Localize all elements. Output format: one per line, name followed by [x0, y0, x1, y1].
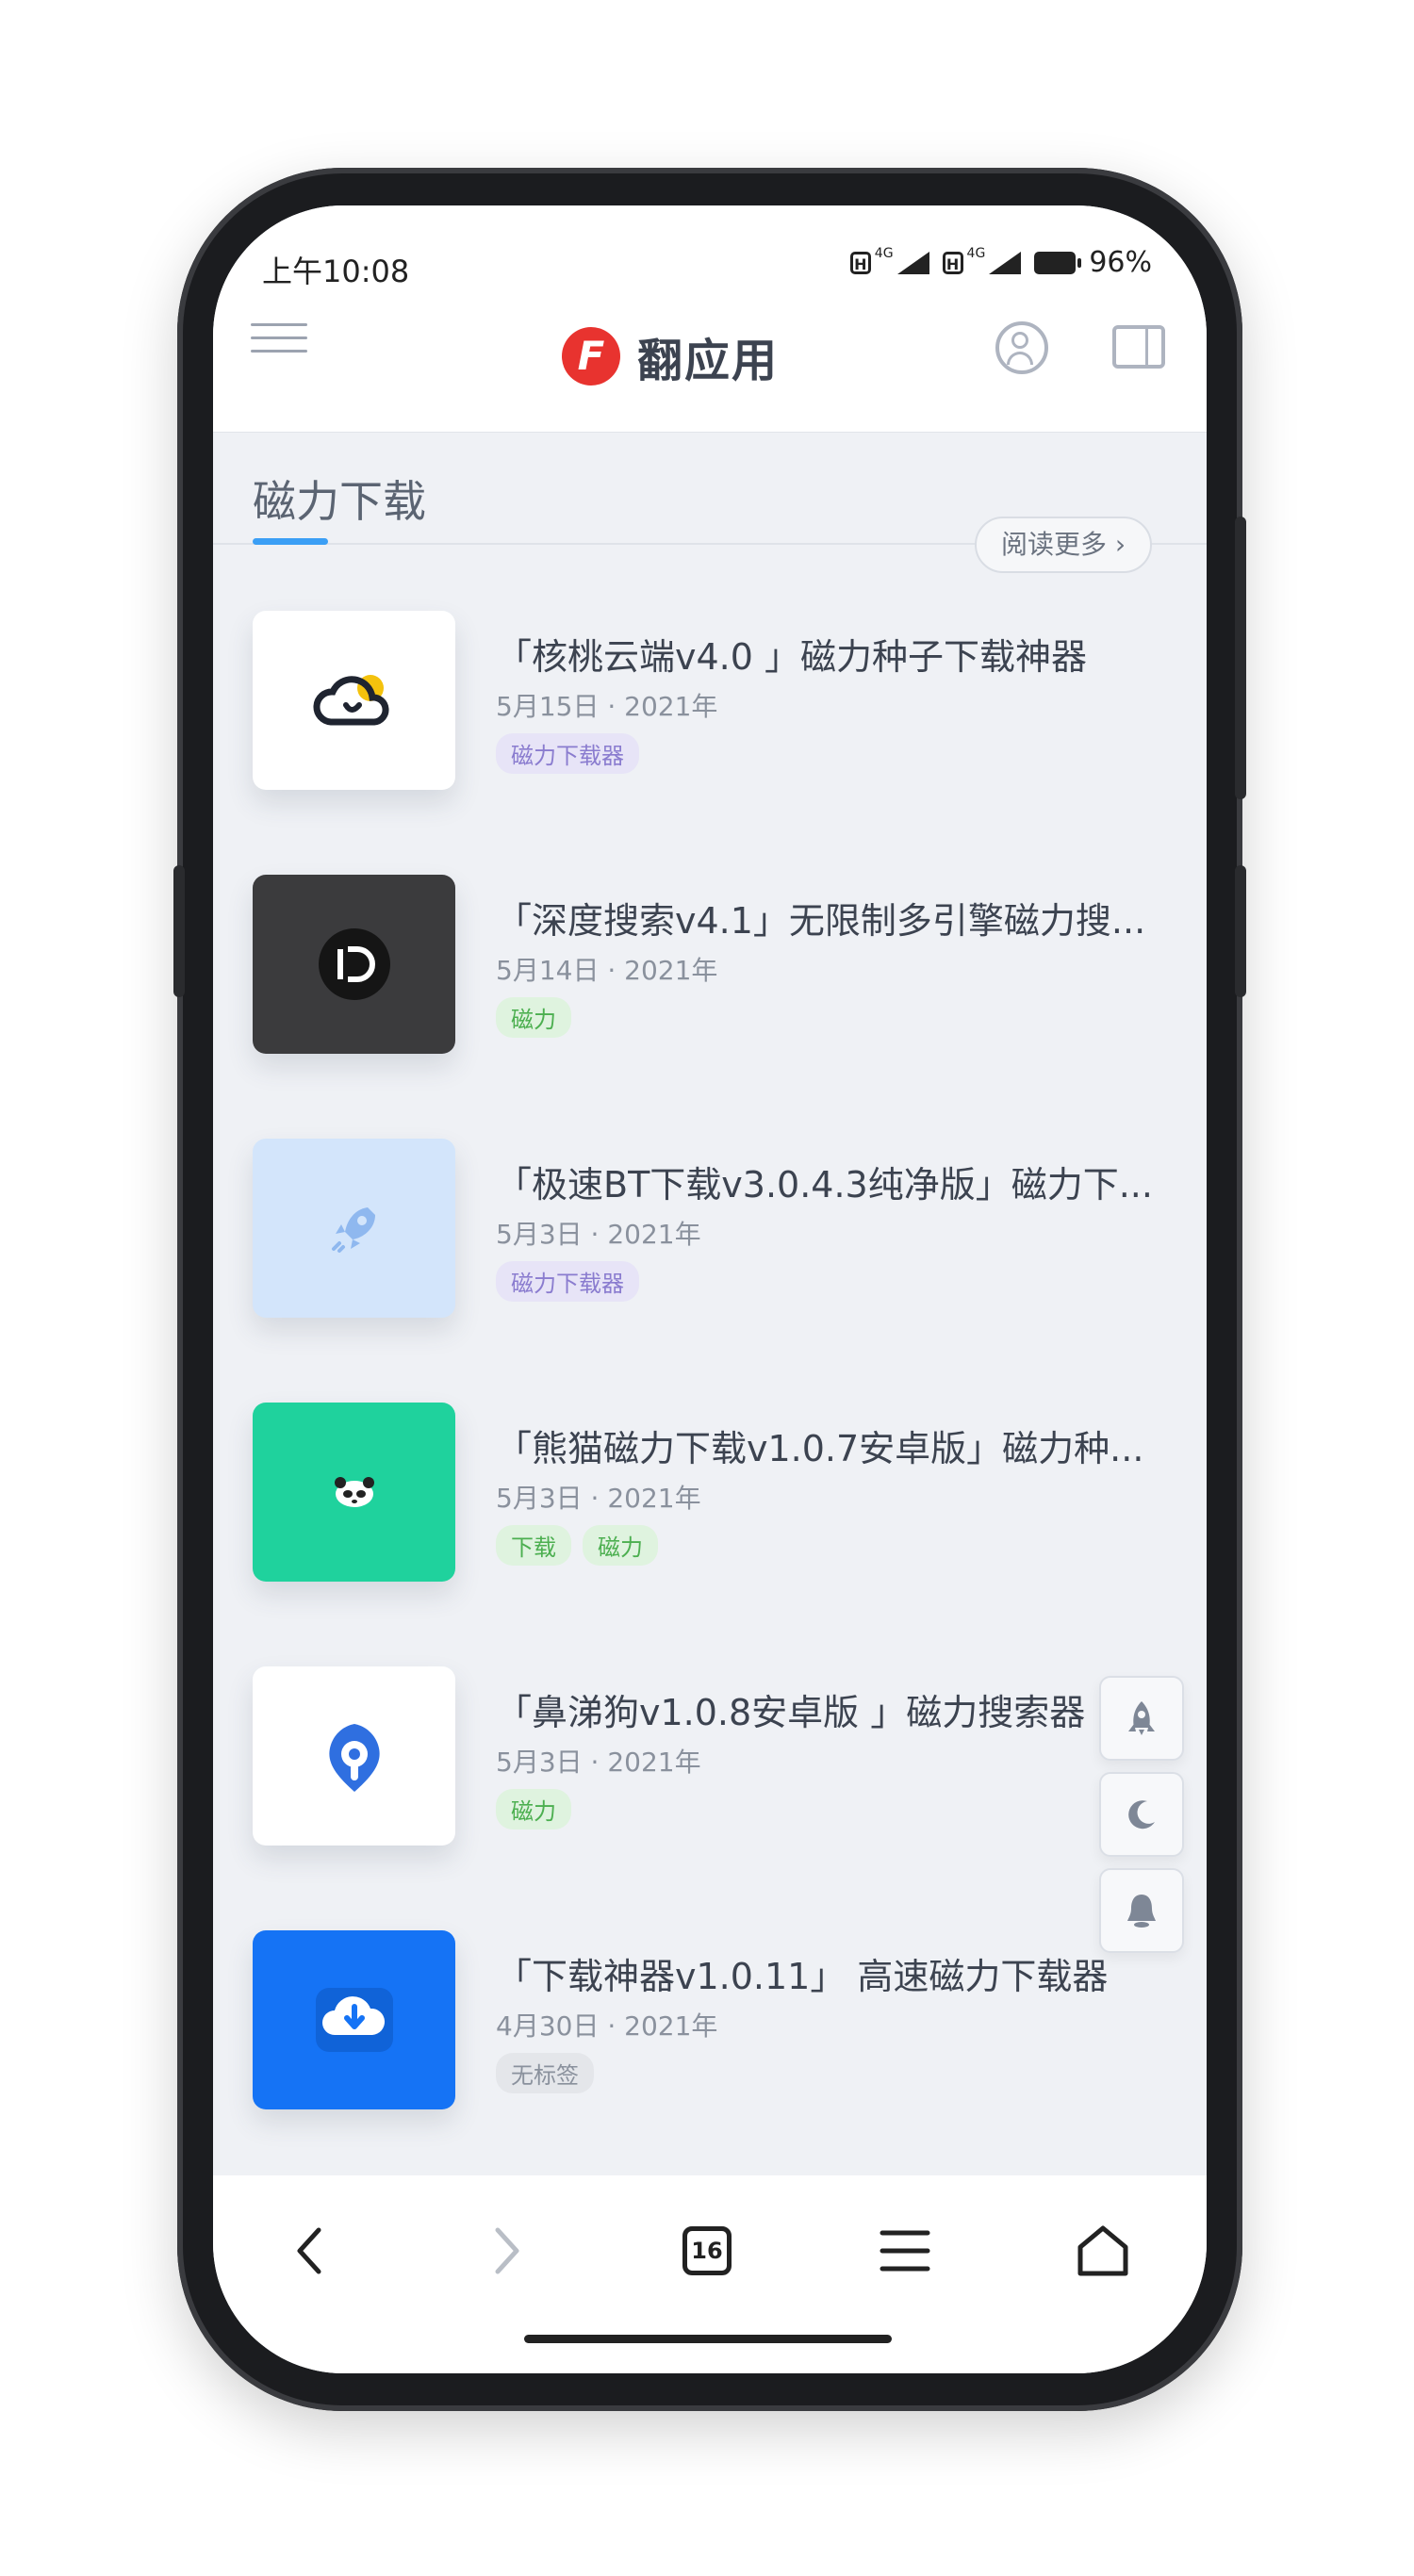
app-thumbnail[interactable] — [253, 1930, 455, 2109]
tabs-button[interactable]: 16 — [669, 2213, 745, 2289]
back-button[interactable] — [271, 2213, 347, 2289]
menu-icon[interactable] — [251, 323, 307, 361]
logo-mark: F — [562, 327, 620, 386]
left-button — [173, 865, 185, 997]
item-date: 5月14日 · 2021年 — [496, 955, 718, 986]
tag[interactable]: 磁力 — [496, 997, 571, 1038]
list-item[interactable]: 「鼻涕狗v1.0.8安卓版 」磁力搜索器 5月3日 · 2021年 磁力 — [253, 1666, 1176, 1846]
section-underline — [253, 538, 328, 545]
tab-count: 16 — [691, 2238, 723, 2264]
item-date: 5月3日 · 2021年 — [496, 1483, 701, 1514]
rocket-icon — [1128, 1701, 1155, 1735]
item-title[interactable]: 「极速BT下载v3.0.4.3纯净版」磁力下... — [496, 1156, 1175, 1207]
signal-2-icon: H 4G — [942, 246, 1022, 274]
section-title: 磁力下载 — [253, 476, 426, 527]
forward-button[interactable] — [469, 2213, 545, 2289]
home-indicator[interactable] — [524, 2335, 892, 2343]
tag[interactable]: 磁力下载器 — [496, 733, 639, 774]
list-item[interactable]: 「下载神器v1.0.11」 高速磁力下载器 4月30日 · 2021年 无标签 — [253, 1930, 1176, 2109]
user-icon[interactable] — [995, 321, 1048, 374]
item-date: 5月15日 · 2021年 — [496, 691, 718, 722]
side-panel-icon[interactable] — [1112, 325, 1165, 369]
rocket-icon — [331, 1207, 375, 1253]
tag[interactable]: 磁力下载器 — [496, 1261, 639, 1302]
tag-list: 磁力下载器 — [496, 1261, 639, 1302]
item-title[interactable]: 「鼻涕狗v1.0.8安卓版 」磁力搜索器 — [496, 1683, 1175, 1735]
read-more-button[interactable]: 阅读更多 › — [975, 517, 1153, 573]
item-date: 5月3日 · 2021年 — [496, 1747, 701, 1778]
tag-list: 磁力下载器 — [496, 733, 639, 774]
list-item[interactable]: 「极速BT下载v3.0.4.3纯净版」磁力下... 5月3日 · 2021年 磁… — [253, 1139, 1176, 1318]
app-thumbnail[interactable] — [253, 1403, 455, 1582]
tag[interactable]: 磁力 — [496, 1789, 571, 1829]
bell-icon — [1127, 1895, 1156, 1928]
app-header: F 翻应用 — [213, 295, 1207, 433]
status-time: 上午10:08 — [262, 254, 410, 289]
tag[interactable]: 磁力 — [583, 1525, 658, 1566]
dog-drop-icon — [328, 1724, 380, 1792]
home-icon — [1077, 2225, 1128, 2276]
signal-1-icon: H 4G — [849, 246, 929, 274]
scroll-top-button[interactable] — [1099, 1676, 1184, 1761]
item-date: 5月3日 · 2021年 — [496, 1219, 701, 1250]
home-button[interactable] — [1065, 2213, 1141, 2289]
moon-icon — [1128, 1800, 1155, 1829]
tabs-icon: 16 — [682, 2226, 732, 2275]
cloud-sun-icon — [313, 675, 388, 726]
item-date: 4月30日 · 2021年 — [496, 2010, 718, 2042]
phone-frame: 上午10:08 H4G H4G 96% F 翻应用 磁力下载 阅读更多 › — [173, 168, 1246, 2411]
volume-button — [1235, 517, 1246, 799]
screen: 上午10:08 H4G H4G 96% F 翻应用 磁力下载 阅读更多 › — [213, 205, 1207, 2373]
power-button — [1235, 865, 1246, 997]
tag-list: 无标签 — [496, 2053, 594, 2093]
battery-icon — [1034, 251, 1082, 274]
item-title[interactable]: 「核桃云端v4.0 」磁力种子下载神器 — [496, 628, 1175, 680]
status-icons: H 4G H 4G 96% — [849, 246, 1152, 279]
tag[interactable]: 下载 — [496, 1525, 571, 1566]
tag-list: 磁力 — [496, 1789, 571, 1829]
menu-lines-icon — [880, 2230, 930, 2272]
tag-list: 磁力 — [496, 997, 571, 1038]
qq-button[interactable] — [1099, 1868, 1184, 1953]
site-title: 翻应用 — [637, 335, 780, 387]
tag[interactable]: 无标签 — [496, 2053, 594, 2093]
app-thumbnail[interactable] — [253, 875, 455, 1054]
status-bar: 上午10:08 H 4G H 4G 96% — [213, 205, 1207, 295]
list-item[interactable]: 「深度搜索v4.1」无限制多引擎磁力搜... 5月14日 · 2021年 磁力 — [253, 875, 1176, 1054]
battery-level: 96% — [1089, 246, 1152, 279]
bottom-navigation: 16 — [213, 2175, 1207, 2373]
list-item[interactable]: 「熊猫磁力下载v1.0.7安卓版」磁力种... 5月3日 · 2021年 下载 … — [253, 1403, 1176, 1582]
item-title[interactable]: 「熊猫磁力下载v1.0.7安卓版」磁力种... — [496, 1419, 1175, 1471]
item-title[interactable]: 「深度搜索v4.1」无限制多引擎磁力搜... — [496, 892, 1175, 943]
app-thumbnail[interactable] — [253, 611, 455, 790]
site-logo[interactable]: F 翻应用 — [562, 323, 779, 389]
chevron-right-icon — [495, 2227, 519, 2274]
chevron-left-icon — [297, 2227, 321, 2274]
dark-mode-button[interactable] — [1099, 1772, 1184, 1857]
item-title[interactable]: 「下载神器v1.0.11」 高速磁力下载器 — [496, 1947, 1175, 1999]
menu-button[interactable] — [867, 2213, 943, 2289]
app-thumbnail[interactable] — [253, 1666, 455, 1846]
cloud-download-icon — [315, 1988, 393, 2052]
list-item[interactable]: 「核桃云端v4.0 」磁力种子下载神器 5月15日 · 2021年 磁力下载器 — [253, 611, 1176, 790]
panda-icon — [334, 1477, 374, 1507]
tag-list: 下载 磁力 — [496, 1525, 658, 1566]
d-logo-icon — [318, 928, 390, 1000]
app-thumbnail[interactable] — [253, 1139, 455, 1318]
